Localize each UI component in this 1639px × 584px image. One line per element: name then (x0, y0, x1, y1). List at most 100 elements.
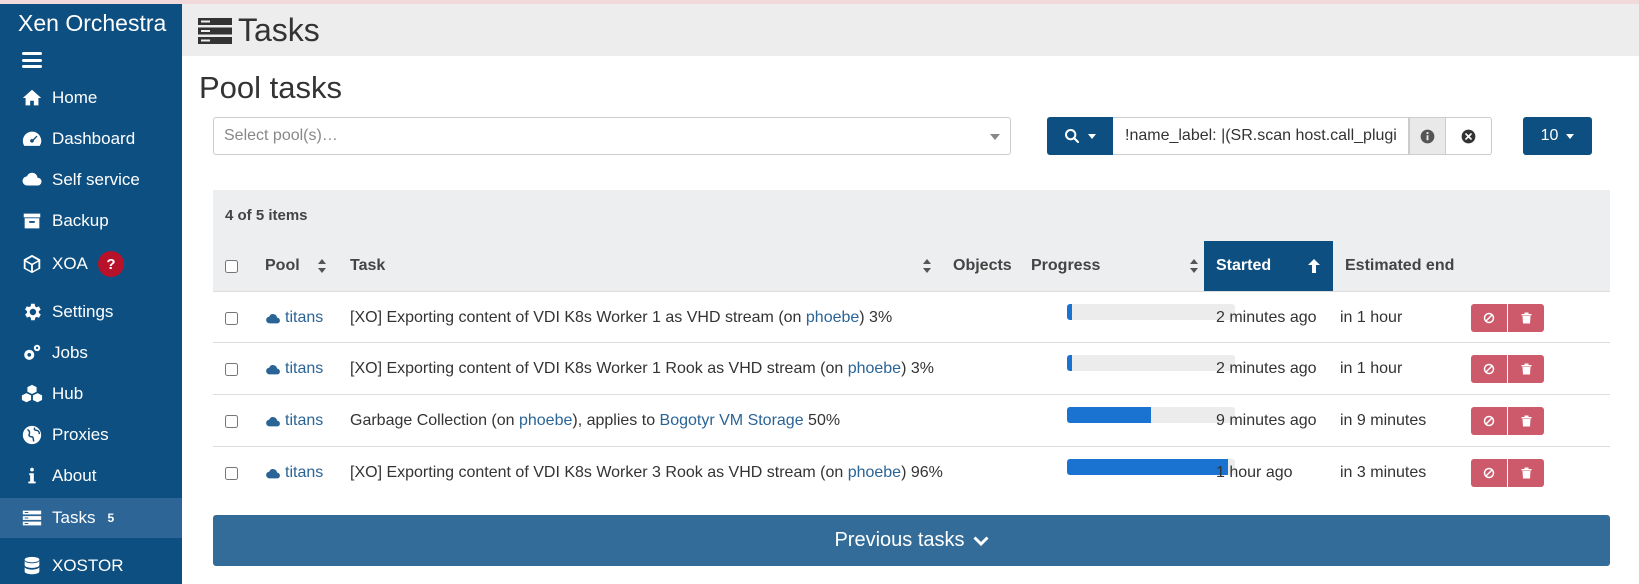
search-info-button[interactable] (1409, 117, 1446, 155)
sidebar-item-hub[interactable]: Hub (0, 374, 182, 414)
progress-bar (1067, 407, 1235, 423)
column-header-task[interactable]: Task (350, 241, 950, 291)
sidebar-item-label: Hub (52, 384, 84, 403)
trash-icon (1521, 415, 1531, 427)
task-cell: Garbage Collection (on phoebe), applies … (350, 412, 841, 430)
cancel-task-button[interactable] (1471, 304, 1507, 332)
sidebar-item-label: XOA (52, 254, 88, 273)
cancel-task-button[interactable] (1471, 355, 1507, 383)
cloud-icon (20, 168, 44, 192)
sidebar-item-xostor[interactable]: XOSTOR (0, 546, 182, 584)
table-row[interactable]: titans [XO] Exporting content of VDI K8s… (213, 446, 1610, 499)
table-row[interactable]: titans [XO] Exporting content of VDI K8s… (213, 291, 1610, 344)
cancel-task-button[interactable] (1471, 459, 1507, 487)
sidebar-item-self-service[interactable]: Self service (0, 160, 182, 200)
column-header-objects[interactable]: Objects (953, 241, 1012, 291)
sidebar-item-label: Settings (52, 302, 114, 321)
pool-link[interactable]: titans (265, 395, 323, 447)
page-header: Tasks (182, 4, 1639, 56)
trash-icon (1521, 363, 1531, 375)
sidebar-item-jobs[interactable]: Jobs (0, 333, 182, 373)
hamburger-menu-icon[interactable] (22, 52, 42, 68)
progress-bar (1067, 355, 1235, 371)
sidebar-item-tasks[interactable]: Tasks 5 (0, 498, 182, 538)
delete-task-button[interactable] (1508, 407, 1544, 435)
sidebar-item-label: Self service (52, 170, 140, 189)
sidebar-item-backup[interactable]: Backup (0, 201, 182, 241)
sort-icon (1190, 259, 1198, 273)
cloud-icon (266, 469, 280, 479)
delete-task-button[interactable] (1508, 459, 1544, 487)
progress-bar (1067, 304, 1235, 320)
gears-icon (20, 341, 44, 365)
row-checkbox[interactable] (225, 466, 238, 480)
row-checkbox[interactable] (225, 311, 238, 325)
database-icon (20, 554, 44, 578)
sort-icon (318, 259, 326, 273)
column-header-progress[interactable]: Progress (1031, 241, 1201, 291)
sidebar-item-label: Home (52, 88, 98, 107)
estimated-end-cell: in 9 minutes (1340, 412, 1427, 429)
sidebar-item-label: Jobs (52, 343, 88, 362)
pool-link[interactable]: titans (265, 447, 323, 499)
progress-fill (1067, 459, 1229, 475)
cloud-icon (266, 365, 280, 375)
pool-link[interactable]: titans (265, 292, 323, 344)
table-row[interactable]: titans [XO] Exporting content of VDI K8s… (213, 342, 1610, 395)
sidebar-item-about[interactable]: About (0, 456, 182, 496)
sort-icon (923, 259, 931, 273)
column-header-pool[interactable]: Pool (265, 241, 345, 291)
sidebar-item-home[interactable]: Home (0, 78, 182, 118)
search-icon (1065, 129, 1080, 144)
estimated-end-cell: in 1 hour (1340, 360, 1403, 377)
sr-link[interactable]: Bogotyr VM Storage (660, 412, 804, 430)
tasks-icon (20, 506, 44, 530)
host-link[interactable]: phoebe (519, 412, 572, 430)
started-cell: 2 minutes ago (1216, 309, 1317, 326)
clear-search-button[interactable] (1446, 117, 1492, 155)
delete-task-button[interactable] (1508, 355, 1544, 383)
progress-fill (1067, 355, 1073, 371)
sidebar-item-proxies[interactable]: Proxies (0, 415, 182, 455)
select-all-checkbox[interactable] (225, 259, 238, 273)
sidebar-item-dashboard[interactable]: Dashboard (0, 119, 182, 159)
pool-select[interactable]: Select pool(s)… (213, 117, 1011, 155)
sidebar-item-label: Proxies (52, 425, 109, 444)
brand-title[interactable]: Xen Orchestra (18, 10, 166, 37)
sidebar-item-label: Backup (52, 211, 109, 230)
section-title: Pool tasks (199, 70, 343, 105)
row-checkbox[interactable] (225, 362, 238, 376)
row-checkbox[interactable] (225, 414, 238, 428)
started-cell: 2 minutes ago (1216, 360, 1317, 377)
column-header-started[interactable]: Started (1204, 241, 1333, 291)
arrow-up-icon (1308, 259, 1320, 273)
tasks-table: 4 of 5 items Pool Task Objects Progress … (213, 190, 1610, 511)
host-link[interactable]: phoebe (848, 464, 901, 482)
pool-link[interactable]: titans (265, 343, 323, 395)
estimated-end-cell: in 1 hour (1340, 309, 1403, 326)
host-link[interactable]: phoebe (806, 309, 859, 327)
table-row[interactable]: titans Garbage Collection (on phoebe), a… (213, 394, 1610, 447)
search-filter-button[interactable] (1047, 117, 1113, 155)
sidebar-item-label: Tasks (52, 508, 96, 527)
page-title: Tasks (238, 12, 320, 48)
cancel-task-button[interactable] (1471, 407, 1507, 435)
column-header-estimated-end[interactable]: Estimated end (1345, 241, 1454, 291)
cloud-icon (266, 417, 280, 427)
task-cell: [XO] Exporting content of VDI K8s Worker… (350, 360, 934, 378)
caret-down-icon (1566, 133, 1575, 139)
ban-icon (1483, 415, 1495, 427)
item-count-bar: 4 of 5 items (213, 190, 1610, 241)
caret-down-icon (1088, 133, 1096, 139)
search-input[interactable] (1113, 117, 1409, 155)
sidebar-item-settings[interactable]: Settings (0, 292, 182, 332)
info-circle-icon (1420, 129, 1435, 143)
tasks-icon (198, 18, 232, 44)
delete-task-button[interactable] (1508, 304, 1544, 332)
progress-fill (1067, 407, 1151, 423)
previous-tasks-button[interactable]: Previous tasks (213, 515, 1610, 566)
dashboard-icon (20, 127, 44, 151)
page-size-dropdown[interactable]: 10 (1523, 117, 1592, 155)
host-link[interactable]: phoebe (848, 360, 901, 378)
sidebar-item-xoa[interactable]: XOA ? (0, 244, 182, 284)
